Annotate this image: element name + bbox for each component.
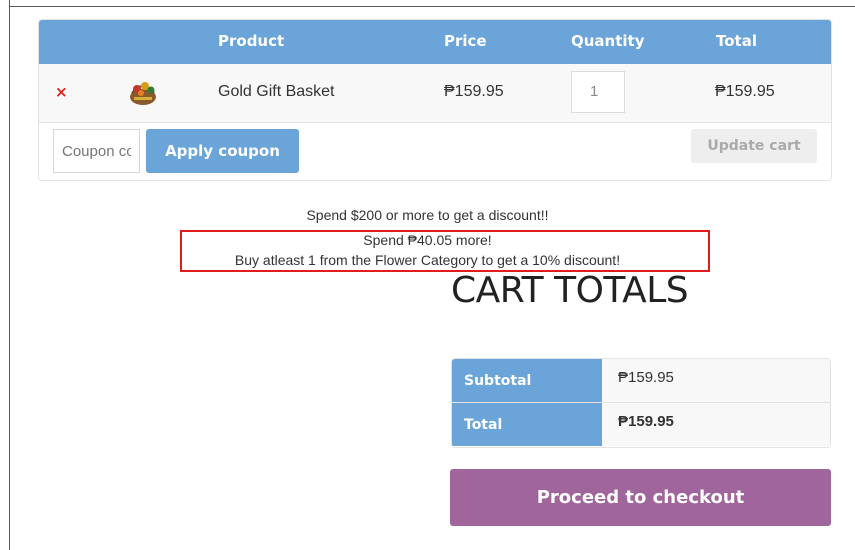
- apply-coupon-button[interactable]: Apply coupon: [146, 129, 299, 173]
- header-product: Product: [218, 32, 285, 50]
- table-row: × Gold Gift Basket ₱159.95 1 ₱159.95: [39, 64, 831, 123]
- frame-border-left: [9, 0, 10, 550]
- remove-item-icon[interactable]: ×: [55, 83, 68, 101]
- cart-actions: Apply coupon Update cart: [39, 123, 831, 180]
- quantity-input[interactable]: 1: [571, 71, 625, 113]
- cart-table: Product Price Quantity Total × Gold Gift…: [38, 19, 832, 181]
- cart-totals-table: Subtotal ₱159.95 Total ₱159.95: [451, 358, 831, 448]
- product-subtotal: ₱159.95: [715, 83, 775, 100]
- subtotal-label: Subtotal: [452, 359, 602, 402]
- product-thumbnail[interactable]: [125, 77, 161, 107]
- update-cart-button[interactable]: Update cart: [691, 129, 817, 163]
- subtotal-value: ₱159.95: [602, 359, 830, 402]
- product-name-link[interactable]: Gold Gift Basket: [218, 83, 335, 101]
- highlight-annotation-box: [180, 230, 710, 272]
- cart-totals-heading: CART TOTALS: [451, 270, 689, 311]
- cart-table-header: Product Price Quantity Total: [39, 20, 831, 64]
- product-price: ₱159.95: [444, 83, 504, 100]
- frame-border-top: [9, 6, 855, 7]
- header-price: Price: [444, 32, 487, 50]
- proceed-to-checkout-button[interactable]: Proceed to checkout: [450, 469, 831, 526]
- discount-notice: Spend $200 or more to get a discount!!: [306, 207, 549, 223]
- coupon-code-input[interactable]: [53, 129, 140, 173]
- subtotal-row: Subtotal ₱159.95: [452, 359, 830, 403]
- total-value: ₱159.95: [602, 403, 830, 446]
- header-quantity: Quantity: [571, 32, 645, 50]
- total-label: Total: [452, 403, 602, 446]
- header-total: Total: [716, 32, 757, 50]
- total-row: Total ₱159.95: [452, 403, 830, 446]
